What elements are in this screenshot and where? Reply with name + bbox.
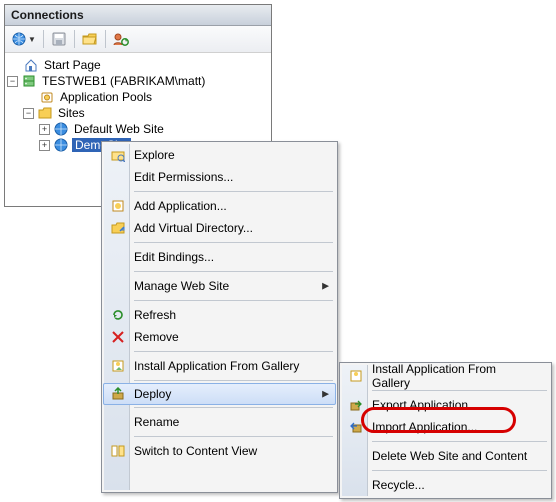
menu-separator — [134, 242, 333, 243]
import-icon — [348, 419, 364, 435]
menu-separator — [134, 300, 333, 301]
open-folder-button[interactable] — [79, 29, 101, 49]
tree-item-app-pools[interactable]: Application Pools — [7, 89, 269, 105]
toolbar-separator — [105, 30, 106, 48]
menu-separator — [134, 351, 333, 352]
folder-icon — [82, 32, 98, 46]
expander-icon[interactable]: + — [39, 140, 50, 151]
menu-item-add-virtual-dir[interactable]: Add Virtual Directory... — [104, 217, 335, 239]
export-icon — [348, 397, 364, 413]
gallery-icon — [348, 368, 364, 384]
toolbar-separator — [43, 30, 44, 48]
submenu-arrow-icon: ▶ — [322, 281, 329, 292]
menu-item-edit-permissions[interactable]: Edit Permissions... — [104, 166, 335, 188]
gallery-icon — [110, 358, 126, 374]
menu-item-deploy[interactable]: Deploy ▶ — [103, 383, 336, 405]
toolbar-separator — [74, 30, 75, 48]
submenu-item-export-app[interactable]: Export Application... — [342, 394, 549, 416]
submenu-arrow-icon: ▶ — [322, 389, 329, 400]
menu-item-refresh[interactable]: Refresh — [104, 304, 335, 326]
expander-icon[interactable]: − — [23, 108, 34, 119]
switch-view-icon — [110, 443, 126, 459]
menu-item-remove[interactable]: Remove — [104, 326, 335, 348]
explore-icon — [110, 147, 126, 163]
deploy-icon — [110, 386, 126, 402]
globe-icon — [12, 32, 26, 46]
menu-separator — [134, 191, 333, 192]
server-icon — [21, 73, 37, 89]
refresh-icon — [110, 307, 126, 323]
expander-icon[interactable]: − — [7, 76, 18, 87]
submenu-item-install-gallery[interactable]: Install Application From Gallery — [342, 365, 549, 387]
expander-icon[interactable]: + — [39, 124, 50, 135]
save-icon — [52, 32, 66, 46]
remove-icon — [110, 329, 126, 345]
connect-dropdown[interactable]: ▼ — [9, 29, 39, 49]
add-app-icon — [110, 198, 126, 214]
menu-item-switch-view[interactable]: Switch to Content View — [104, 440, 335, 462]
context-menu: Explore Edit Permissions... Add Applicat… — [101, 141, 338, 493]
panel-title: Connections — [5, 5, 271, 26]
menu-item-add-application[interactable]: Add Application... — [104, 195, 335, 217]
submenu-item-recycle[interactable]: Recycle... — [342, 474, 549, 496]
site-globe-icon — [53, 137, 69, 153]
menu-item-manage-web-site[interactable]: Manage Web Site ▶ — [104, 275, 335, 297]
user-refresh-icon — [113, 32, 129, 46]
submenu-item-delete-site[interactable]: Delete Web Site and Content — [342, 445, 549, 467]
menu-separator — [372, 441, 547, 442]
submenu-item-import-app[interactable]: Import Application... — [342, 416, 549, 438]
dropdown-arrow-icon: ▼ — [28, 35, 36, 44]
home-icon — [23, 57, 39, 73]
deploy-submenu: Install Application From Gallery Export … — [339, 362, 552, 499]
refresh-users-button[interactable] — [110, 29, 132, 49]
menu-separator — [134, 380, 333, 381]
menu-separator — [134, 436, 333, 437]
add-vdir-icon — [110, 220, 126, 236]
menu-item-edit-bindings[interactable]: Edit Bindings... — [104, 246, 335, 268]
menu-item-rename[interactable]: Rename — [104, 411, 335, 433]
sites-folder-icon — [37, 105, 53, 121]
menu-separator — [372, 390, 547, 391]
menu-item-install-gallery[interactable]: Install Application From Gallery — [104, 355, 335, 377]
save-button[interactable] — [48, 29, 70, 49]
tree-item-default-site[interactable]: + Default Web Site — [7, 121, 269, 137]
menu-item-explore[interactable]: Explore — [104, 144, 335, 166]
menu-separator — [134, 407, 333, 408]
toolbar: ▼ — [5, 26, 271, 53]
menu-separator — [372, 470, 547, 471]
app-pools-icon — [39, 89, 55, 105]
site-globe-icon — [53, 121, 69, 137]
menu-separator — [134, 271, 333, 272]
tree-item-start-page[interactable]: Start Page — [7, 57, 269, 73]
tree-item-server[interactable]: − TESTWEB1 (FABRIKAM\matt) — [7, 73, 269, 89]
tree-item-sites[interactable]: − Sites — [7, 105, 269, 121]
